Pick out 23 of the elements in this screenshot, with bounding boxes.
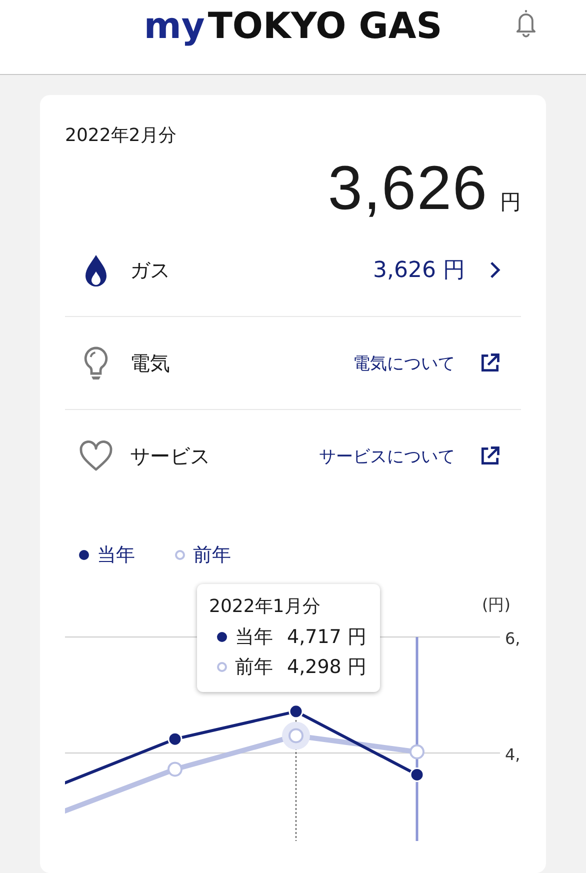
chevron-right-icon[interactable] bbox=[489, 261, 501, 279]
y-tick-label: 4, bbox=[505, 745, 520, 764]
tooltip-value: 4,298 円 bbox=[287, 655, 366, 680]
y-tick-label: 6, bbox=[505, 629, 520, 648]
external-link-icon[interactable] bbox=[479, 352, 501, 374]
external-link-icon[interactable] bbox=[479, 445, 501, 467]
tooltip-series: 当年 bbox=[235, 625, 273, 650]
axis-unit: (円) bbox=[482, 595, 510, 614]
tooltip-series: 前年 bbox=[235, 655, 273, 680]
billing-period: 2022年2月分 bbox=[65, 124, 178, 147]
logo: myTOKYO GAS bbox=[144, 6, 442, 46]
tooltip-value: 4,717 円 bbox=[287, 625, 366, 650]
currency-unit: 円 bbox=[500, 189, 521, 216]
service-amount: 3,626 円 bbox=[373, 257, 465, 285]
service-link[interactable]: 電気について bbox=[353, 352, 455, 374]
service-label: 電気 bbox=[130, 350, 170, 376]
legend-label[interactable]: 前年 bbox=[193, 542, 231, 568]
tooltip-title: 2022年1月分 bbox=[209, 595, 322, 618]
service-link[interactable]: サービスについて bbox=[319, 444, 455, 468]
legend-label[interactable]: 当年 bbox=[97, 542, 135, 568]
service-label: サービス bbox=[130, 442, 210, 470]
service-label: ガス bbox=[130, 256, 170, 284]
total-amount: 3,626 bbox=[328, 153, 488, 224]
